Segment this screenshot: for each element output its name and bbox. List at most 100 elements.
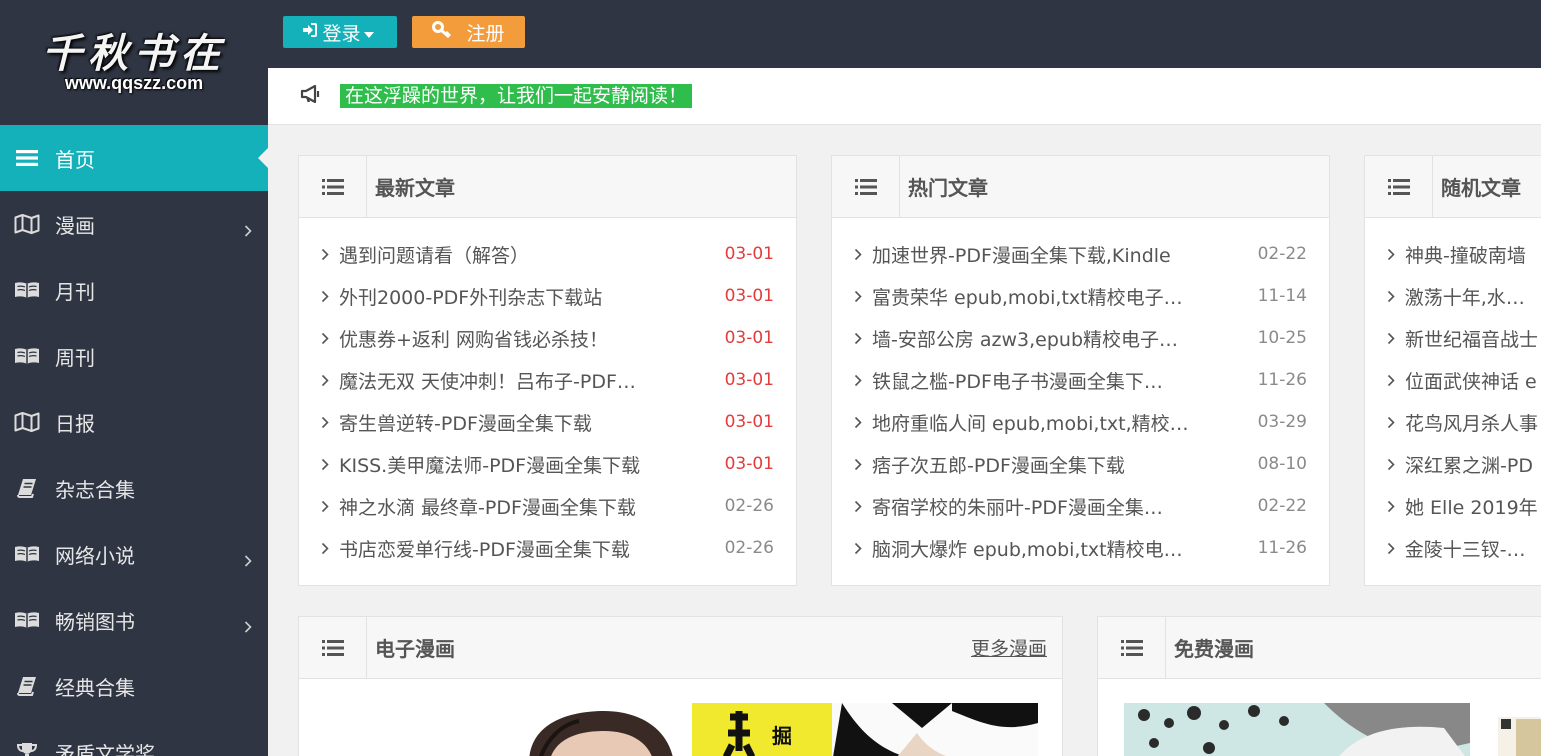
article-item[interactable]: 魔法无双 天使冲刺！吕布子-PDF… 03-01 bbox=[299, 359, 796, 401]
key-icon bbox=[432, 20, 456, 44]
book-open-icon bbox=[14, 280, 40, 300]
article-item[interactable]: 花鸟风月杀人事 bbox=[1365, 401, 1541, 443]
article-title: 痞子次五郎-PDF漫画全集下载 bbox=[872, 454, 1125, 477]
article-date: 03-01 bbox=[724, 454, 774, 474]
article-date: 02-26 bbox=[724, 496, 774, 516]
article-item[interactable]: 外刊2000-PDF外刊杂志下载站 03-01 bbox=[299, 275, 796, 317]
list-icon bbox=[299, 156, 367, 218]
article-item[interactable]: 地府重临人间 epub,mobi,txt,精校… 03-29 bbox=[832, 401, 1329, 443]
article-date: 03-01 bbox=[724, 328, 774, 348]
comic-cover-4[interactable] bbox=[1498, 717, 1541, 756]
random-articles-list: 神典-撞破南墙激荡十年,水大鱼新世纪福音战士位面武侠神话 e 花鸟风月杀人事深红累… bbox=[1365, 218, 1541, 569]
site-logo[interactable]: 千秋书在 www.qqszz.com bbox=[0, 0, 268, 125]
article-item[interactable]: 新世纪福音战士 bbox=[1365, 317, 1541, 359]
article-item[interactable]: 脑洞大爆炸 epub,mobi,txt精校电… 11-26 bbox=[832, 527, 1329, 569]
article-item[interactable]: 神典-撞破南墙 bbox=[1365, 233, 1541, 275]
article-date: 11-26 bbox=[1257, 370, 1307, 390]
chevron-right-icon bbox=[321, 458, 333, 471]
login-button[interactable]: 登录 bbox=[283, 16, 397, 48]
sidebar-item-label: 杂志合集 bbox=[55, 477, 135, 502]
panel-header: 热门文章 bbox=[832, 156, 1329, 218]
chevron-right-icon bbox=[854, 458, 866, 471]
article-date: 02-26 bbox=[724, 538, 774, 558]
article-title: 神之水滴 最终章-PDF漫画全集下载 bbox=[339, 496, 636, 519]
book-open-icon bbox=[14, 610, 40, 630]
list-icon bbox=[1365, 156, 1433, 218]
sidebar-item[interactable]: 周刊 bbox=[0, 323, 268, 389]
chevron-right-icon bbox=[854, 416, 866, 429]
list-icon bbox=[1098, 617, 1166, 679]
article-title: 神典-撞破南墙 bbox=[1405, 244, 1526, 267]
chevron-right-icon bbox=[321, 332, 333, 345]
article-title: 地府重临人间 epub,mobi,txt,精校… bbox=[872, 412, 1189, 435]
sidebar-item[interactable]: 矛盾文学奖 bbox=[0, 719, 268, 756]
article-title: 加速世界-PDF漫画全集下载,Kindle bbox=[872, 244, 1171, 267]
article-item[interactable]: 寄生兽逆转-PDF漫画全集下载 03-01 bbox=[299, 401, 796, 443]
article-item[interactable]: 富贵荣华 epub,mobi,txt精校电子… 11-14 bbox=[832, 275, 1329, 317]
notice-bar: 在这浮躁的世界，让我们一起安静阅读！ bbox=[268, 68, 1541, 125]
chevron-right-icon bbox=[1387, 290, 1399, 303]
article-item[interactable]: 金陵十三钗-严歌 bbox=[1365, 527, 1541, 569]
sidebar-item[interactable]: 月刊 bbox=[0, 257, 268, 323]
panel-title: 免费漫画 bbox=[1174, 637, 1254, 661]
sidebar-nav: 首页漫画 月刊 周刊 日报杂志合集网络小说畅销图书 经典合集矛盾文学奖 bbox=[0, 125, 268, 756]
article-item[interactable]: 她 Elle 2019年 bbox=[1365, 485, 1541, 527]
article-item[interactable]: 遇到问题请看（解答） 03-01 bbox=[299, 233, 796, 275]
article-date: 11-26 bbox=[1257, 538, 1307, 558]
article-title: 墙-安部公房 azw3,epub精校电子… bbox=[872, 328, 1179, 351]
book-open-icon bbox=[14, 544, 40, 564]
logo-title: 千秋书在 bbox=[42, 30, 226, 77]
hot-articles-panel: 热门文章 加速世界-PDF漫画全集下载,Kindle 02-22 富贵荣华 epub… bbox=[831, 155, 1330, 586]
chevron-right-icon bbox=[1387, 542, 1399, 555]
article-title: 新世纪福音战士 bbox=[1405, 328, 1539, 351]
article-item[interactable]: 优惠券+返利 网购省钱必杀技！ 03-01 bbox=[299, 317, 796, 359]
article-item[interactable]: 激荡十年,水大鱼 bbox=[1365, 275, 1541, 317]
comic-cover-3[interactable] bbox=[1124, 703, 1470, 756]
book-icon bbox=[14, 478, 40, 498]
chevron-right-icon bbox=[244, 548, 252, 572]
sidebar-item-label: 网络小说 bbox=[55, 543, 135, 568]
chevron-right-icon bbox=[321, 290, 333, 303]
article-item[interactable]: 墙-安部公房 azw3,epub精校电子… 10-25 bbox=[832, 317, 1329, 359]
article-title: 花鸟风月杀人事 bbox=[1405, 412, 1539, 435]
article-date: 03-29 bbox=[1257, 412, 1307, 432]
panel-title: 最新文章 bbox=[375, 176, 455, 200]
sidebar-item-label: 矛盾文学奖 bbox=[55, 741, 155, 756]
sidebar-item[interactable]: 杂志合集 bbox=[0, 455, 268, 521]
sidebar-item[interactable]: 漫画 bbox=[0, 191, 268, 257]
article-item[interactable]: 深红累之渊-PD bbox=[1365, 443, 1541, 485]
article-item[interactable]: 神之水滴 最终章-PDF漫画全集下载 02-26 bbox=[299, 485, 796, 527]
sidebar-item[interactable]: 畅销图书 bbox=[0, 587, 268, 653]
sidebar: 千秋书在 www.qqszz.com 首页漫画 月刊 周刊 日报杂志合集网络小说畅销图… bbox=[0, 0, 268, 756]
chevron-right-icon bbox=[1387, 416, 1399, 429]
sign-in-icon bbox=[302, 21, 322, 43]
article-item[interactable]: 位面武侠神话 e bbox=[1365, 359, 1541, 401]
sidebar-item[interactable]: 网络小说 bbox=[0, 521, 268, 587]
article-item[interactable]: 加速世界-PDF漫画全集下载,Kindle 02-22 bbox=[832, 233, 1329, 275]
article-item[interactable]: 书店恋爱单行线-PDF漫画全集下载 02-26 bbox=[299, 527, 796, 569]
comic-cover-1[interactable] bbox=[509, 703, 689, 756]
article-date: 02-22 bbox=[1257, 496, 1307, 516]
panel-title: 随机文章 bbox=[1441, 176, 1521, 200]
chevron-right-icon bbox=[321, 542, 333, 555]
article-title: 富贵荣华 epub,mobi,txt精校电子… bbox=[872, 286, 1183, 309]
sidebar-item[interactable]: 日报 bbox=[0, 389, 268, 455]
article-item[interactable]: KISS.美甲魔法师-PDF漫画全集下载 03-01 bbox=[299, 443, 796, 485]
comic-cover-2[interactable]: 掘 bbox=[692, 703, 1038, 756]
sidebar-item-label: 首页 bbox=[55, 147, 95, 172]
caret-down-icon bbox=[363, 21, 378, 43]
article-date: 08-10 bbox=[1257, 454, 1307, 474]
article-title: 脑洞大爆炸 epub,mobi,txt精校电… bbox=[872, 538, 1183, 561]
chevron-right-icon bbox=[854, 332, 866, 345]
chevron-right-icon bbox=[321, 416, 333, 429]
article-item[interactable]: 铁鼠之槛-PDF电子书漫画全集下… 11-26 bbox=[832, 359, 1329, 401]
article-date: 02-22 bbox=[1257, 244, 1307, 264]
register-button[interactable]: 注册 bbox=[412, 16, 525, 48]
map-icon bbox=[14, 412, 40, 432]
article-item[interactable]: 寄宿学校的朱丽叶-PDF漫画全集… 02-22 bbox=[832, 485, 1329, 527]
random-articles-panel: 随机文章 神典-撞破南墙激荡十年,水大鱼新世纪福音战士位面武侠神话 e 花鸟风月杀… bbox=[1364, 155, 1541, 586]
article-item[interactable]: 痞子次五郎-PDF漫画全集下载 08-10 bbox=[832, 443, 1329, 485]
sidebar-item[interactable]: 经典合集 bbox=[0, 653, 268, 719]
sidebar-item[interactable]: 首页 bbox=[0, 125, 268, 191]
more-comics-link[interactable]: 更多漫画 bbox=[971, 634, 1047, 661]
